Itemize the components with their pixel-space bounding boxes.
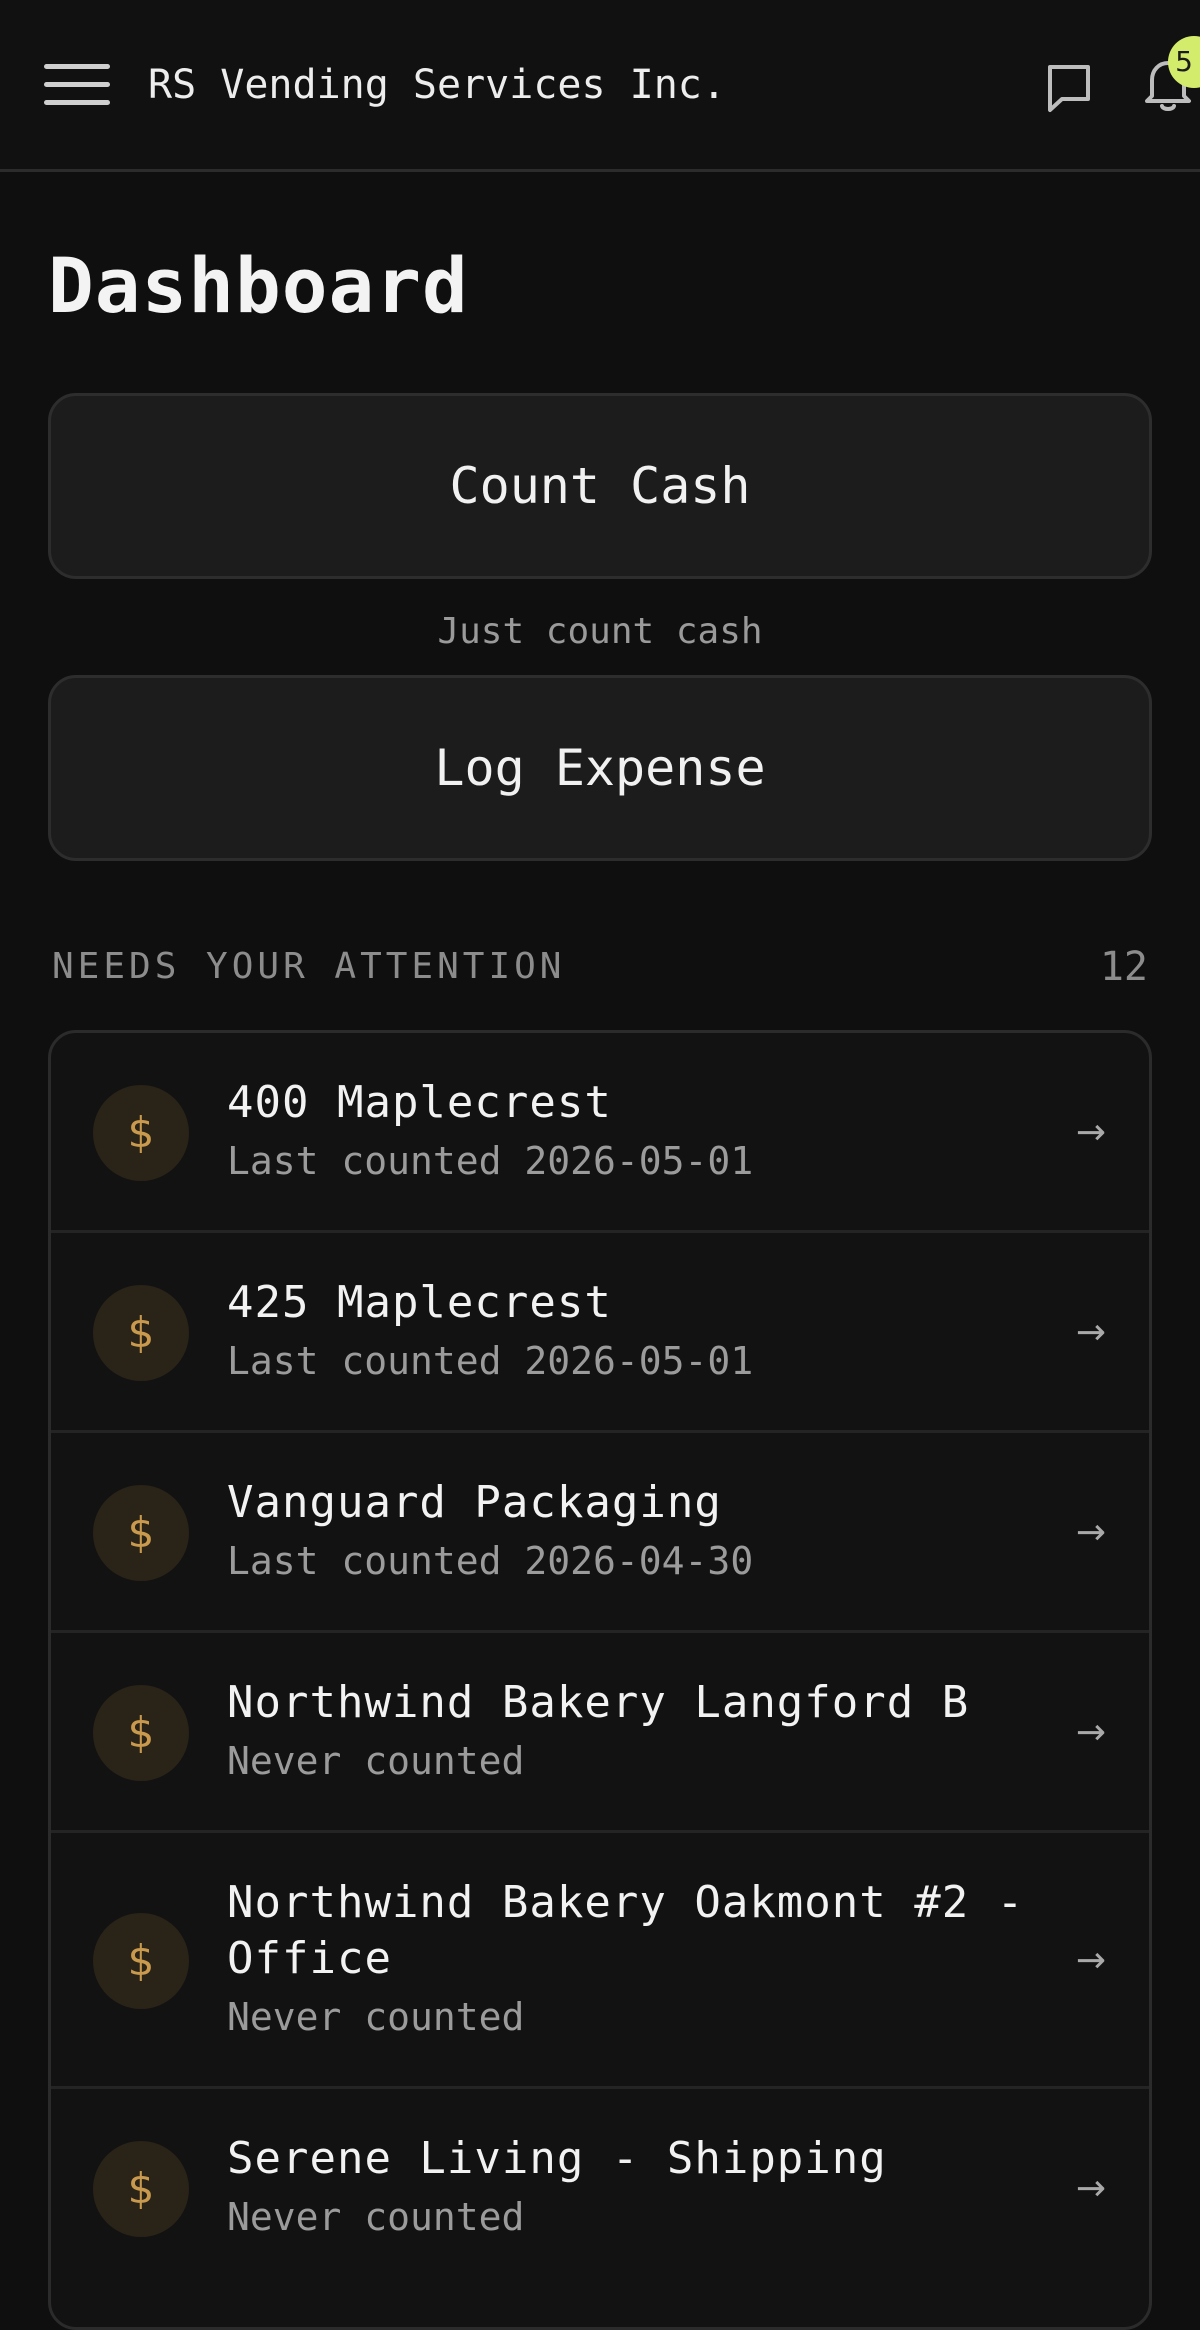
location-name: Northwind Bakery Langford B [227, 1677, 970, 1728]
list-item[interactable]: $ Vanguard Packaging Last counted 2026-0… [51, 1433, 1149, 1633]
location-name: 425 Maplecrest [227, 1277, 612, 1328]
dollar-icon: $ [93, 1685, 189, 1781]
dollar-icon: $ [93, 1485, 189, 1581]
dollar-icon: $ [93, 1913, 189, 2009]
attention-count: 12 [1099, 944, 1148, 990]
page-title: Dashboard [48, 241, 469, 330]
app-title: RS Vending Services Inc. [148, 62, 726, 108]
location-name: 400 Maplecrest [227, 1077, 612, 1128]
location-status: Never counted [227, 1739, 525, 1783]
location-status: Last counted 2026-05-01 [227, 1339, 754, 1383]
location-name: Vanguard Packaging [227, 1477, 722, 1528]
list-item[interactable]: $ Northwind Bakery Langford B Never coun… [51, 1633, 1149, 1833]
location-status: Never counted [227, 1995, 525, 2039]
list-item[interactable]: $ Northwind Bakery Oakmont #2 - Office N… [51, 1833, 1149, 2089]
list-item[interactable]: $ 425 Maplecrest Last counted 2026-05-01… [51, 1233, 1149, 1433]
arrow-right-icon: → [1075, 2168, 1107, 2209]
hamburger-menu-icon[interactable] [44, 62, 110, 106]
arrow-right-icon: → [1075, 1940, 1107, 1981]
section-heading: NEEDS YOUR ATTENTION [52, 946, 566, 987]
list-item[interactable]: $ 400 Maplecrest Last counted 2026-05-01… [51, 1033, 1149, 1233]
list-item[interactable]: $ Serene Living - Shipping Never counted… [51, 2089, 1149, 2309]
location-status: Never counted [227, 2195, 525, 2239]
count-cash-caption: Just count cash [437, 611, 763, 652]
arrow-right-icon: → [1075, 1312, 1107, 1353]
location-status: Last counted 2026-05-01 [227, 1139, 754, 1183]
count-cash-button[interactable]: Count Cash [48, 393, 1152, 579]
arrow-right-icon: → [1075, 1512, 1107, 1553]
top-bar: RS Vending Services Inc. 5 [0, 0, 1200, 172]
location-name: Serene Living - Shipping [227, 2133, 887, 2184]
dollar-icon: $ [93, 2141, 189, 2237]
location-name: Northwind Bakery Oakmont #2 - Office [227, 1877, 1025, 1984]
dollar-icon: $ [93, 1085, 189, 1181]
attention-list: $ 400 Maplecrest Last counted 2026-05-01… [48, 1030, 1152, 2330]
location-status: Last counted 2026-04-30 [227, 1539, 754, 1583]
arrow-right-icon: → [1075, 1712, 1107, 1753]
log-expense-button[interactable]: Log Expense [48, 675, 1152, 861]
arrow-right-icon: → [1075, 1112, 1107, 1153]
dollar-icon: $ [93, 1285, 189, 1381]
chat-bubble-icon[interactable] [1044, 62, 1094, 114]
